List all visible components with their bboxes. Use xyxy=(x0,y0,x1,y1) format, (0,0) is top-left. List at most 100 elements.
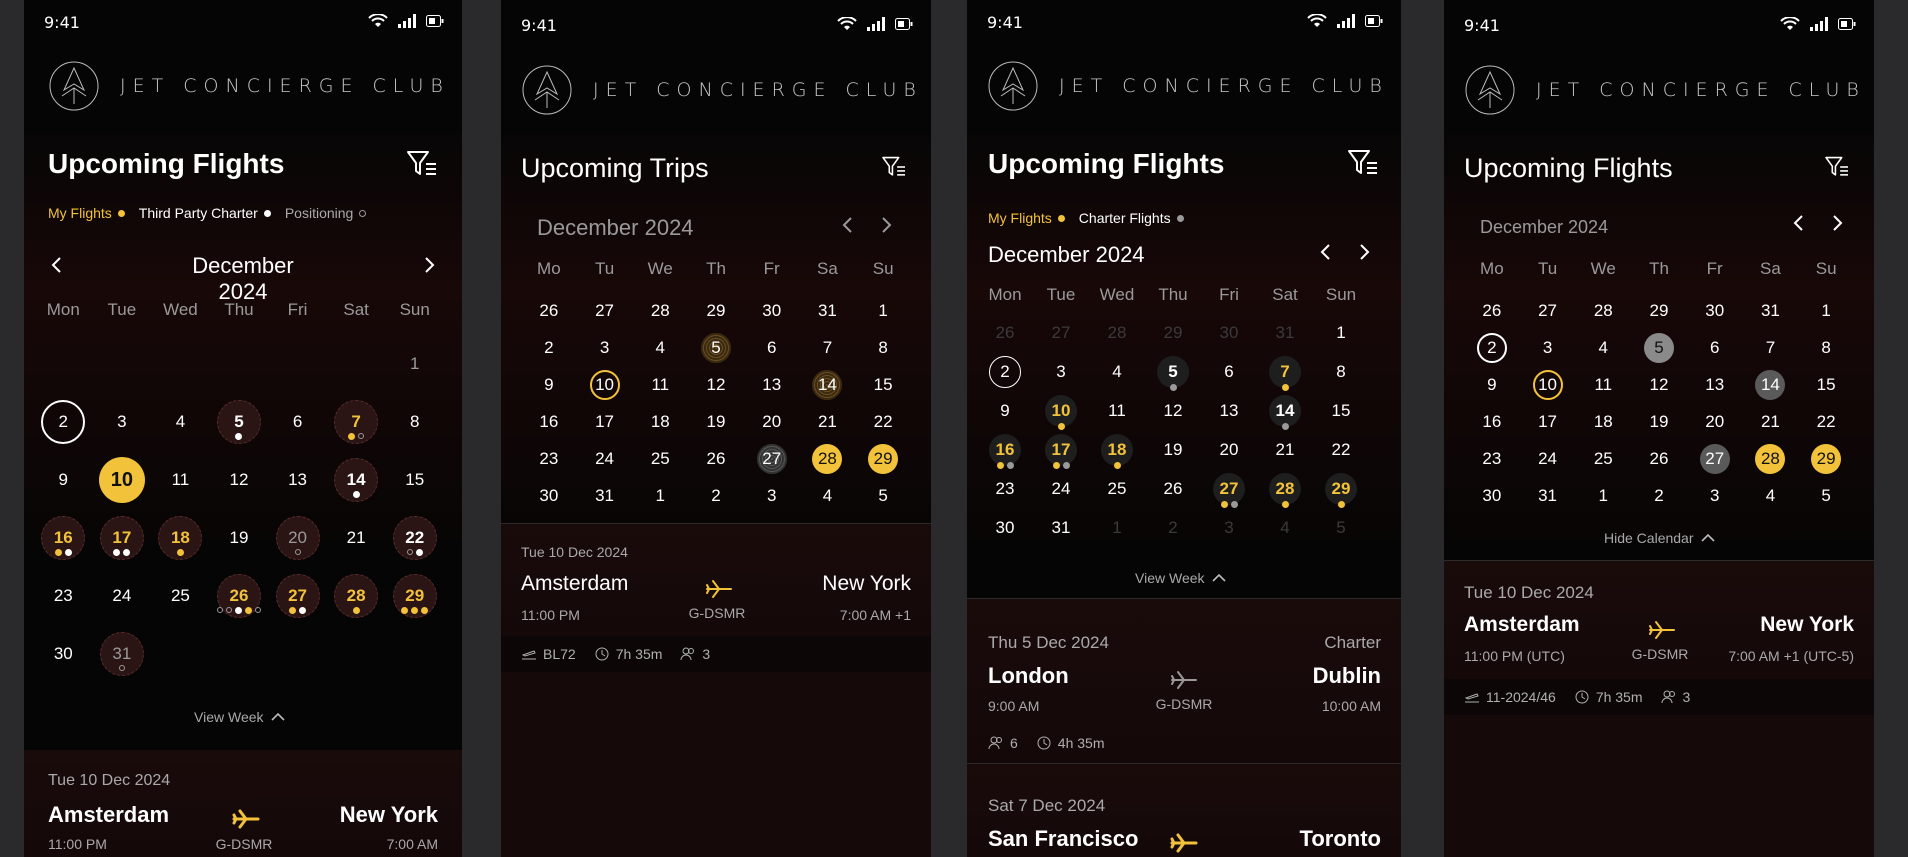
calendar-day[interactable]: 26 xyxy=(1464,292,1520,329)
calendar-day[interactable]: 26 xyxy=(521,292,577,329)
chevron-left-icon[interactable] xyxy=(48,256,66,274)
calendar-day[interactable]: 20 xyxy=(1201,430,1257,469)
calendar-day[interactable]: 7 xyxy=(1743,329,1799,366)
calendar-day[interactable]: 4 xyxy=(800,477,856,514)
calendar-day[interactable]: 18 xyxy=(632,403,688,440)
calendar-day[interactable]: 24 xyxy=(93,567,152,625)
calendar-day[interactable]: 31 xyxy=(1257,313,1313,352)
calendar-day[interactable]: 30 xyxy=(744,292,800,329)
calendar-day[interactable]: 27 xyxy=(577,292,633,329)
calendar-day[interactable]: 26 xyxy=(1631,440,1687,477)
calendar-day[interactable]: 22 xyxy=(1313,430,1369,469)
calendar-day[interactable]: 29 xyxy=(385,567,444,625)
calendar-day[interactable]: 18 xyxy=(151,509,210,567)
calendar-day[interactable]: 5 xyxy=(688,329,744,366)
calendar-day[interactable]: 21 xyxy=(327,509,386,567)
calendar-day[interactable]: 11 xyxy=(151,451,210,509)
calendar-day[interactable]: 15 xyxy=(1798,366,1854,403)
calendar-day[interactable]: 7 xyxy=(800,329,856,366)
calendar-day[interactable]: 26 xyxy=(1145,469,1201,508)
legend-my-flights[interactable]: My Flights xyxy=(48,205,125,221)
calendar-day[interactable]: 29 xyxy=(855,440,911,477)
calendar-day[interactable]: 28 xyxy=(1257,469,1313,508)
calendar-day[interactable]: 12 xyxy=(1145,391,1201,430)
calendar-day[interactable]: 31 xyxy=(1520,477,1576,514)
chevron-right-icon[interactable] xyxy=(420,256,438,274)
calendar-day[interactable]: 6 xyxy=(744,329,800,366)
calendar-day[interactable]: 12 xyxy=(210,451,269,509)
calendar-day[interactable]: 2 xyxy=(1464,329,1520,366)
calendar-day[interactable]: 26 xyxy=(688,440,744,477)
calendar-day[interactable]: 30 xyxy=(1464,477,1520,514)
calendar-day[interactable]: 30 xyxy=(977,508,1033,547)
calendar-day[interactable]: 1 xyxy=(385,335,444,393)
calendar-day[interactable]: 6 xyxy=(268,393,327,451)
calendar-day[interactable]: 2 xyxy=(521,329,577,366)
calendar-day[interactable]: 16 xyxy=(34,509,93,567)
filter-icon[interactable] xyxy=(406,150,438,178)
chevron-right-icon[interactable] xyxy=(1828,214,1846,232)
calendar-day[interactable]: 30 xyxy=(521,477,577,514)
calendar-day[interactable]: 12 xyxy=(688,366,744,403)
calendar-day[interactable]: 30 xyxy=(34,625,93,683)
calendar-day[interactable]: 1 xyxy=(1089,508,1145,547)
calendar-day[interactable]: 17 xyxy=(93,509,152,567)
calendar-day[interactable]: 4 xyxy=(1089,352,1145,391)
calendar-day[interactable]: 16 xyxy=(1464,403,1520,440)
calendar-day[interactable]: 3 xyxy=(1520,329,1576,366)
calendar-day[interactable]: 25 xyxy=(632,440,688,477)
calendar-day[interactable]: 20 xyxy=(1687,403,1743,440)
flight-card[interactable]: Tue 10 Dec 2024 Amsterdam New York 11:00… xyxy=(24,750,462,857)
calendar-day[interactable]: 28 xyxy=(632,292,688,329)
calendar-day[interactable]: 23 xyxy=(1464,440,1520,477)
legend-charter-flights[interactable]: Charter Flights xyxy=(1079,210,1184,226)
calendar-day[interactable]: 8 xyxy=(855,329,911,366)
calendar-day[interactable]: 5 xyxy=(210,393,269,451)
calendar-day[interactable]: 4 xyxy=(1743,477,1799,514)
calendar-day[interactable]: 20 xyxy=(268,509,327,567)
calendar-day[interactable]: 15 xyxy=(855,366,911,403)
calendar-day[interactable]: 28 xyxy=(1089,313,1145,352)
calendar-day[interactable]: 13 xyxy=(1201,391,1257,430)
calendar-day[interactable]: 11 xyxy=(1575,366,1631,403)
calendar-day[interactable]: 11 xyxy=(632,366,688,403)
calendar-day[interactable]: 27 xyxy=(268,567,327,625)
calendar-day[interactable]: 9 xyxy=(521,366,577,403)
calendar-day[interactable]: 9 xyxy=(34,451,93,509)
chevron-right-icon[interactable] xyxy=(877,216,895,234)
calendar-day[interactable]: 2 xyxy=(1631,477,1687,514)
calendar-day[interactable]: 10 xyxy=(93,451,152,509)
calendar-day[interactable]: 8 xyxy=(385,393,444,451)
calendar-day[interactable]: 25 xyxy=(1089,469,1145,508)
legend-positioning[interactable]: Positioning xyxy=(285,205,367,221)
calendar-day[interactable]: 23 xyxy=(977,469,1033,508)
calendar-day[interactable]: 26 xyxy=(210,567,269,625)
calendar-day[interactable]: 17 xyxy=(1520,403,1576,440)
calendar-day[interactable]: 31 xyxy=(1033,508,1089,547)
calendar-day[interactable]: 13 xyxy=(1687,366,1743,403)
calendar-day[interactable]: 19 xyxy=(1145,430,1201,469)
filter-icon[interactable] xyxy=(881,156,907,178)
flight-card[interactable]: Tue 10 Dec 2024 Amsterdam New York 11:00… xyxy=(1444,561,1874,679)
calendar-day[interactable]: 5 xyxy=(1313,508,1369,547)
calendar-day[interactable]: 10 xyxy=(577,366,633,403)
view-week-toggle[interactable]: View Week xyxy=(194,709,286,725)
calendar-day[interactable]: 29 xyxy=(1145,313,1201,352)
view-week-toggle[interactable]: View Week xyxy=(1135,570,1227,586)
calendar-day[interactable]: 1 xyxy=(1313,313,1369,352)
calendar-day[interactable]: 15 xyxy=(385,451,444,509)
calendar-day[interactable]: 2 xyxy=(688,477,744,514)
calendar-day[interactable]: 4 xyxy=(1257,508,1313,547)
legend-my-flights[interactable]: My Flights xyxy=(988,210,1065,226)
calendar-day[interactable]: 19 xyxy=(210,509,269,567)
calendar-day[interactable]: 7 xyxy=(1257,352,1313,391)
filter-icon[interactable] xyxy=(1347,149,1379,177)
calendar-day[interactable]: 29 xyxy=(1313,469,1369,508)
calendar-day[interactable]: 14 xyxy=(800,366,856,403)
calendar-day[interactable]: 21 xyxy=(1743,403,1799,440)
calendar-day[interactable]: 13 xyxy=(744,366,800,403)
calendar-day[interactable]: 31 xyxy=(1743,292,1799,329)
calendar-day[interactable]: 6 xyxy=(1201,352,1257,391)
flight-card[interactable]: Tue 10 Dec 2024 Amsterdam New York 11:00… xyxy=(501,524,931,636)
calendar-day[interactable]: 17 xyxy=(1033,430,1089,469)
